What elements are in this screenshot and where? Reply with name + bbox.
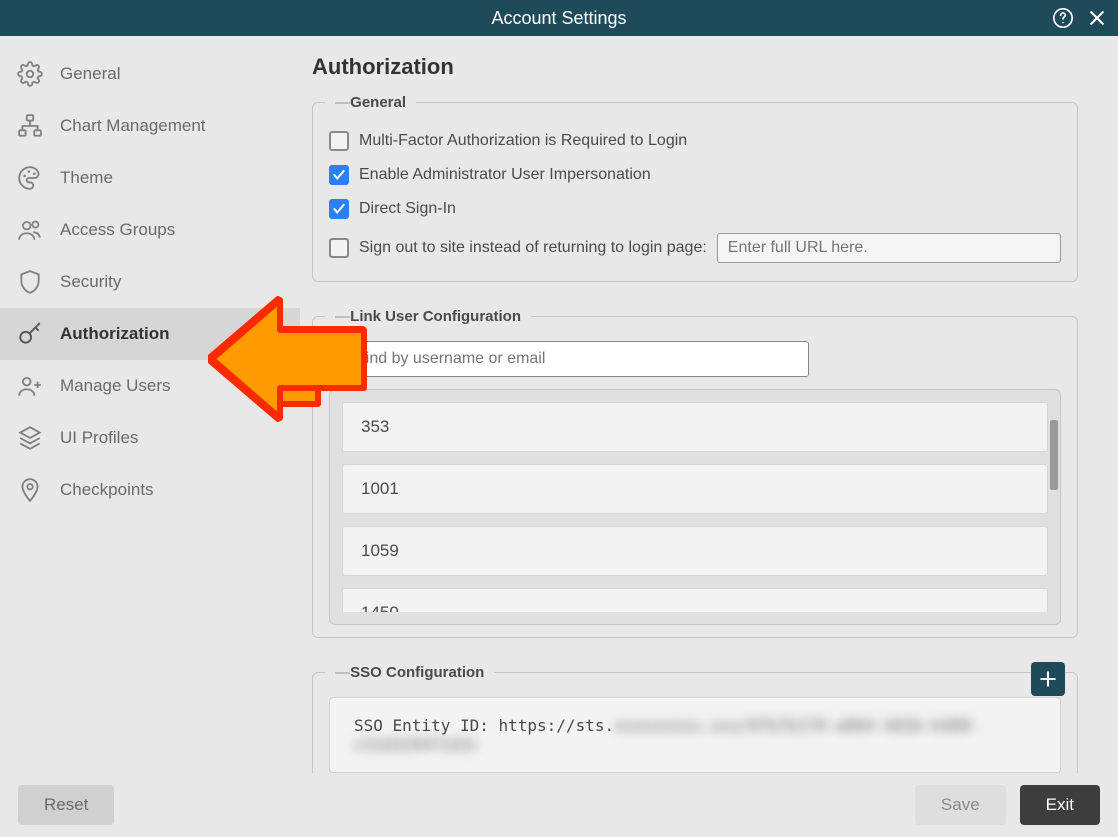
checkbox-label: Sign out to site instead of returning to…	[359, 239, 707, 257]
user-search-input[interactable]	[356, 350, 800, 368]
user-search[interactable]	[329, 341, 809, 377]
checkbox-direct-signin[interactable]	[329, 199, 349, 219]
sidebar-item-label: Access Groups	[60, 220, 175, 240]
group-sso: SSO Configuration SSO Entity ID: https:/…	[312, 664, 1078, 773]
sso-entity-card[interactable]: SSO Entity ID: https://sts.xxxxxxxxx.xxx…	[329, 697, 1061, 773]
checkbox-label: Enable Administrator User Impersonation	[359, 166, 651, 184]
group-link-user: Link User Configuration 353 1001 1059 14…	[312, 308, 1078, 638]
checkbox-mfa[interactable]	[329, 131, 349, 151]
sidebar-item-manage-users[interactable]: Manage Users	[0, 360, 300, 412]
search-icon	[338, 350, 356, 368]
user-list: 353 1001 1059 1450	[342, 402, 1048, 612]
sidebar-item-label: Checkpoints	[60, 480, 154, 500]
add-sso-button[interactable]	[1031, 662, 1065, 696]
sso-entity-label: SSO Entity ID:	[354, 716, 489, 735]
main-panel: Authorization General Multi-Factor Autho…	[300, 36, 1118, 773]
window-title: Account Settings	[491, 8, 626, 29]
sidebar-item-theme[interactable]: Theme	[0, 152, 300, 204]
pin-icon	[16, 476, 44, 504]
sidebar-item-label: Theme	[60, 168, 113, 188]
exit-button[interactable]: Exit	[1020, 785, 1100, 825]
group-legend: Link User Configuration	[325, 308, 531, 325]
user-row[interactable]: 1450	[342, 588, 1048, 612]
plus-icon	[1038, 669, 1058, 689]
sidebar-item-general[interactable]: General	[0, 48, 300, 100]
help-icon[interactable]	[1052, 7, 1074, 29]
sidebar-item-label: Manage Users	[60, 376, 171, 396]
group-legend: General	[325, 94, 416, 111]
sidebar-item-label: General	[60, 64, 120, 84]
user-row[interactable]: 353	[342, 402, 1048, 452]
page-title: Authorization	[312, 54, 1096, 80]
orgchart-icon	[16, 112, 44, 140]
group-legend: SSO Configuration	[325, 664, 494, 681]
user-row[interactable]: 1059	[342, 526, 1048, 576]
sidebar-item-checkpoints[interactable]: Checkpoints	[0, 464, 300, 516]
checkbox-label: Multi-Factor Authorization is Required t…	[359, 132, 687, 150]
settings-scroll[interactable]: General Multi-Factor Authorization is Re…	[312, 94, 1082, 773]
close-icon[interactable]	[1086, 7, 1108, 29]
layers-icon	[16, 424, 44, 452]
checkbox-signout-to-site[interactable]	[329, 238, 349, 258]
scrollbar-thumb[interactable]	[1050, 420, 1058, 490]
sidebar-item-label: Chart Management	[60, 116, 206, 136]
sso-entity-visible: https://sts.	[499, 716, 615, 735]
sidebar: General Chart Management Theme Access Gr…	[0, 36, 300, 773]
palette-icon	[16, 164, 44, 192]
sidebar-item-security[interactable]: Security	[0, 256, 300, 308]
sidebar-item-ui-profiles[interactable]: UI Profiles	[0, 412, 300, 464]
signout-url-input[interactable]	[717, 233, 1061, 263]
checkbox-label: Direct Sign-In	[359, 200, 456, 218]
reset-button[interactable]: Reset	[18, 785, 114, 825]
group-general: General Multi-Factor Authorization is Re…	[312, 94, 1078, 282]
sidebar-item-access-groups[interactable]: Access Groups	[0, 204, 300, 256]
sidebar-item-chart-management[interactable]: Chart Management	[0, 100, 300, 152]
footer: Reset Save Exit	[0, 773, 1118, 837]
sidebar-item-authorization[interactable]: Authorization	[0, 308, 300, 360]
save-button[interactable]: Save	[915, 785, 1006, 825]
key-icon	[16, 320, 44, 348]
sidebar-item-label: Authorization	[60, 324, 170, 344]
shield-icon	[16, 268, 44, 296]
user-plus-icon	[16, 372, 44, 400]
user-row[interactable]: 1001	[342, 464, 1048, 514]
titlebar: Account Settings	[0, 0, 1118, 36]
users-icon	[16, 216, 44, 244]
sidebar-item-label: Security	[60, 272, 121, 292]
checkbox-impersonation[interactable]	[329, 165, 349, 185]
sidebar-item-label: UI Profiles	[60, 428, 138, 448]
gear-icon	[16, 60, 44, 88]
